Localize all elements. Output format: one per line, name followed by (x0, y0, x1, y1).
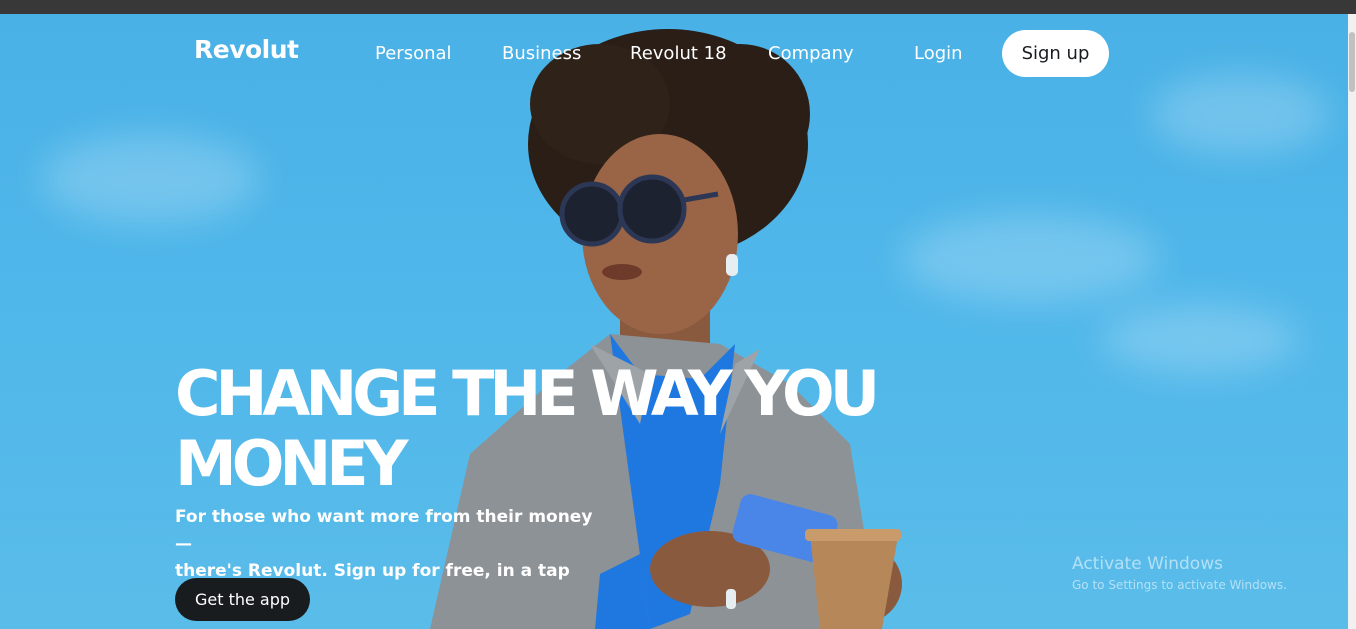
scrollbar-thumb[interactable] (1349, 32, 1355, 92)
nav-business[interactable]: Business (502, 43, 581, 64)
sign-up-button[interactable]: Sign up (1002, 30, 1109, 77)
activate-windows-watermark: Activate Windows Go to Settings to activ… (1072, 554, 1287, 592)
nav-personal[interactable]: Personal (375, 43, 452, 64)
subtext-line-1: For those who want more from their money… (175, 507, 593, 554)
hero-section: Revolut Personal Business Revolut 18 Com… (0, 14, 1348, 629)
browser-top-bar (0, 0, 1356, 14)
watermark-subtitle: Go to Settings to activate Windows. (1072, 578, 1287, 592)
headline-line-1: CHANGE THE WAY YOU (175, 357, 880, 430)
headline-line-2: MONEY (175, 427, 409, 500)
nav-company[interactable]: Company (768, 43, 854, 64)
nav-revolut-18[interactable]: Revolut 18 (630, 43, 727, 64)
hero-subtext: For those who want more from their money… (175, 504, 615, 585)
get-the-app-button[interactable]: Get the app (175, 578, 310, 621)
watermark-title: Activate Windows (1072, 554, 1223, 574)
revolut-logo[interactable]: Revolut (194, 35, 299, 64)
hero-headline: CHANGE THE WAY YOU MONEY (175, 359, 935, 499)
page-scrollbar[interactable] (1348, 14, 1356, 629)
nav-login[interactable]: Login (914, 43, 963, 64)
